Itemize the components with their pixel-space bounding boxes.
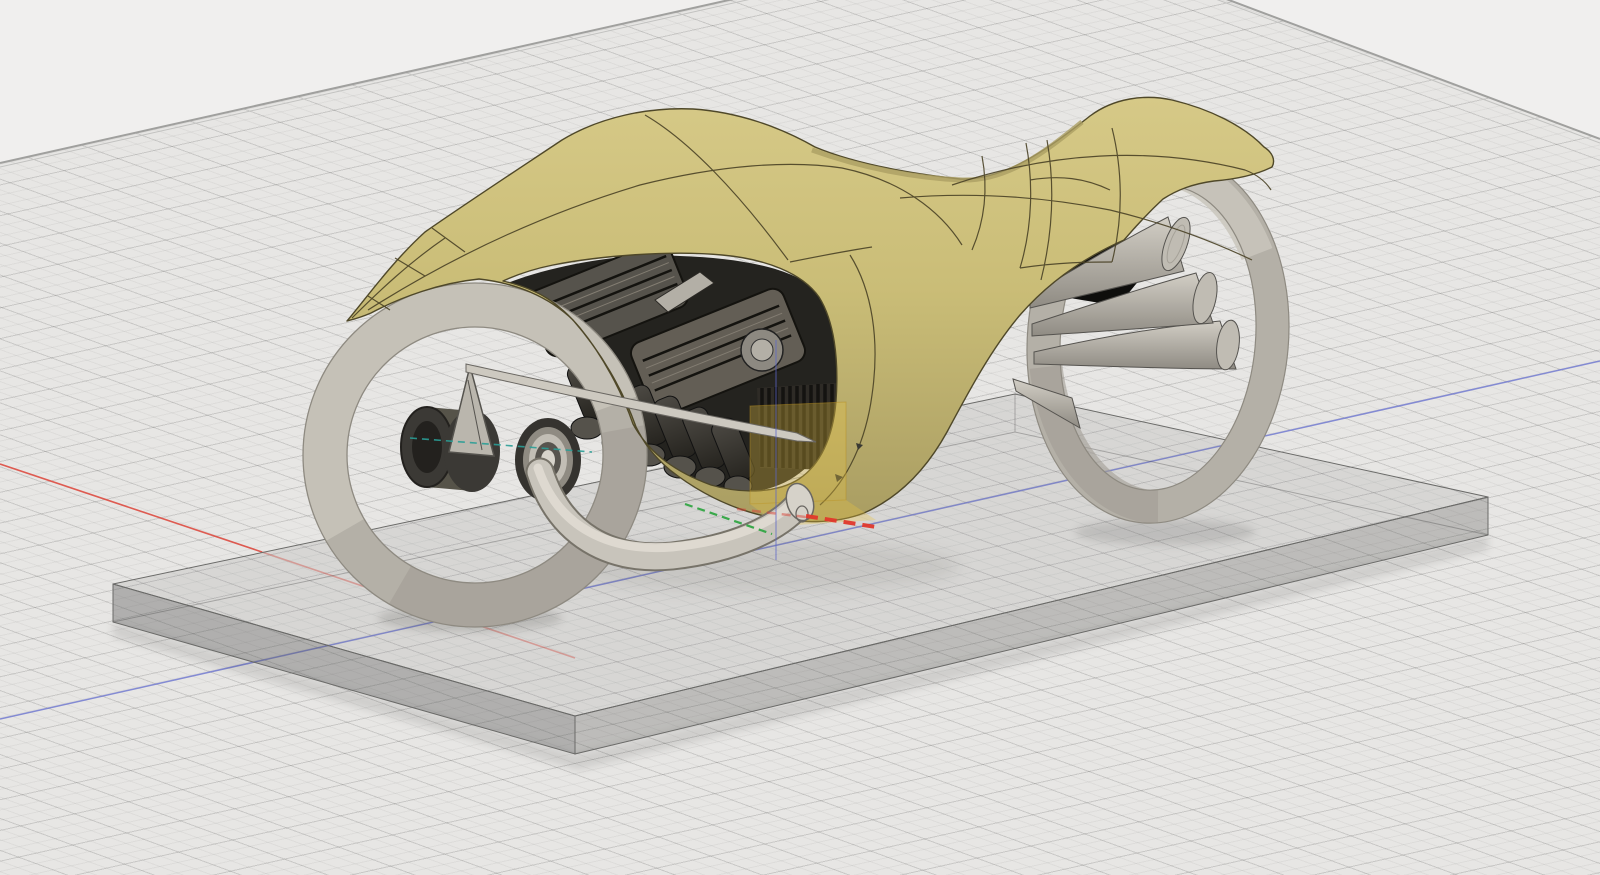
scene-svg bbox=[0, 0, 1600, 875]
engine-end-cap-inner bbox=[751, 339, 773, 361]
viewport-canvas[interactable] bbox=[0, 0, 1600, 875]
